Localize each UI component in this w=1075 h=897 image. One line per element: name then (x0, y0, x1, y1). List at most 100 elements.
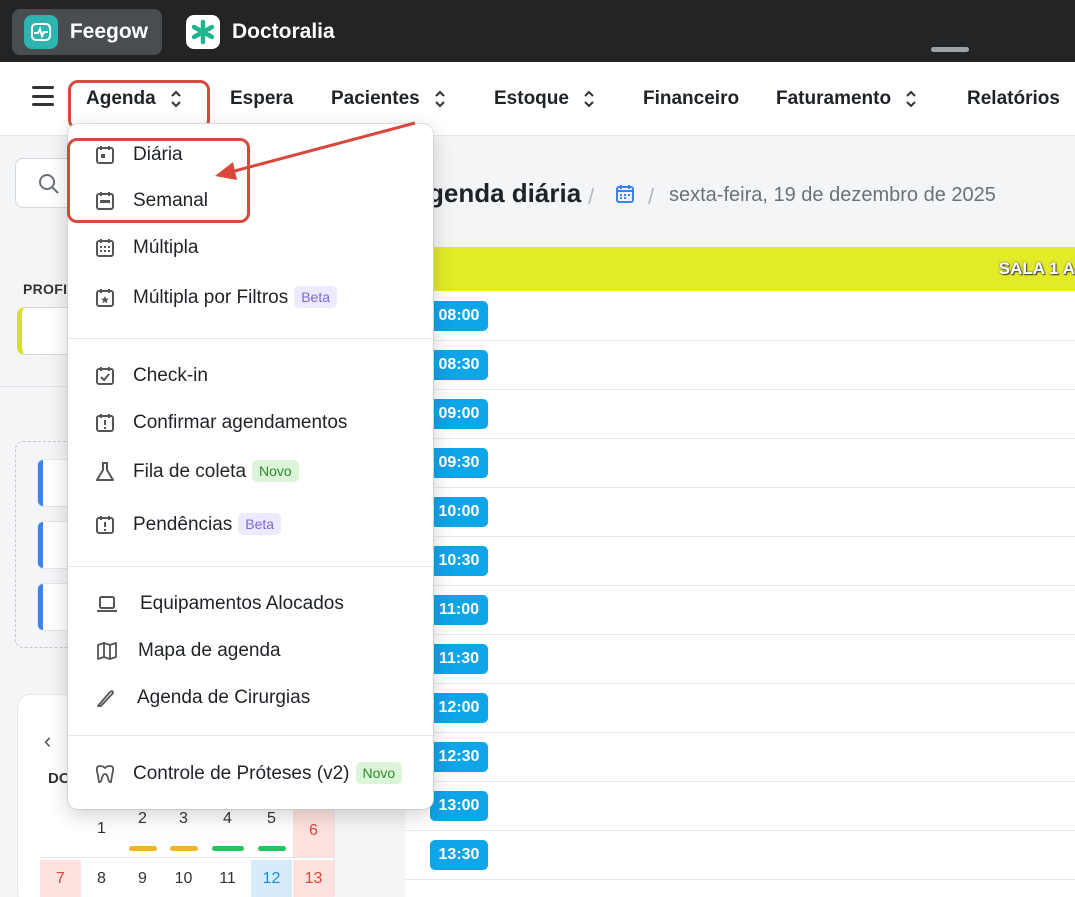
time-slot-badge[interactable]: 10:30 (430, 546, 488, 576)
calendar-day[interactable]: 1 (81, 810, 122, 848)
calendar-day[interactable]: 10 (163, 860, 204, 897)
nav-item-label: Relatórios (967, 88, 1060, 109)
search-input[interactable] (15, 158, 75, 208)
chevron-updown-icon (434, 89, 446, 109)
app-switcher-bar: Feegow Doctoralia (0, 0, 1075, 62)
menu-item-equipamentos[interactable]: Equipamentos Alocados (68, 584, 433, 624)
time-slot-badge[interactable]: 08:00 (430, 301, 488, 331)
slot-divider (405, 732, 1075, 733)
menu-item-label: Agenda de Cirurgias (137, 687, 311, 708)
slot-divider (405, 830, 1075, 831)
slot-divider (405, 879, 1075, 880)
time-slot-badge[interactable]: 09:00 (430, 399, 488, 429)
calendar-day-marker (212, 846, 244, 851)
time-slot-badge[interactable]: 13:00 (430, 791, 488, 821)
scalpel-icon (97, 690, 114, 707)
annotation-agenda-highlight (68, 80, 210, 130)
time-slot-badge[interactable]: 11:30 (430, 644, 488, 674)
feegow-logo-icon (24, 15, 58, 49)
calendar-icon[interactable] (615, 184, 635, 209)
slot-divider (405, 585, 1075, 586)
time-slot-badge[interactable]: 10:00 (430, 497, 488, 527)
menu-item-multipla[interactable]: Múltipla (68, 228, 433, 268)
time-slot-badge[interactable]: 12:30 (430, 742, 488, 772)
slot-divider (405, 438, 1075, 439)
slot-divider (405, 536, 1075, 537)
time-slot-badge[interactable]: 11:00 (430, 595, 488, 625)
calendar-day[interactable]: 8 (81, 860, 122, 897)
doctoralia-app-tab[interactable]: Doctoralia (174, 9, 354, 55)
calendar-day[interactable]: 11 (207, 860, 248, 897)
room-header: SALA 1 A (405, 247, 1075, 291)
calendar-day-marker (129, 846, 157, 851)
agenda-dropdown-menu: Diária Semanal Múltipla Múltipla por Fil… (68, 124, 433, 809)
map-icon (97, 642, 117, 660)
slot-divider (405, 781, 1075, 782)
slot-divider (405, 389, 1075, 390)
menu-item-mapa[interactable]: Mapa de agenda (68, 631, 433, 671)
menu-item-fila-coleta[interactable]: Fila de coleta Novo (68, 452, 433, 492)
professional-label: PROFI (23, 281, 68, 297)
beta-badge: Beta (294, 286, 338, 308)
beta-badge: Beta (238, 513, 282, 535)
doctoralia-logo-icon (186, 15, 220, 49)
calendar-grid-icon (96, 239, 114, 257)
novo-badge: Novo (355, 762, 403, 784)
time-slot-badge[interactable]: 13:30 (430, 840, 488, 870)
nav-item-label: Faturamento (776, 88, 892, 109)
calendar-star-icon (96, 289, 114, 307)
doctoralia-app-label: Doctoralia (232, 20, 335, 43)
breadcrumb-date: sexta-feira, 19 de dezembro de 2025 (669, 184, 996, 206)
nav-item-faturamento[interactable]: Faturamento (776, 62, 917, 136)
nav-item-label: Pacientes (331, 88, 420, 109)
menu-item-label-wrap: Fila de coleta Novo (133, 460, 299, 483)
calendar-check-icon (96, 367, 114, 385)
calendar-prev-icon[interactable]: ‹ (44, 728, 51, 754)
room-label: SALA 1 A (998, 259, 1075, 278)
calendar-day[interactable]: 13 (293, 860, 334, 897)
feegow-app-tab[interactable]: Feegow (12, 9, 162, 55)
window-handle[interactable] (931, 47, 969, 52)
menu-item-label: Controle de Próteses (v2) (133, 763, 350, 785)
slot-divider (405, 340, 1075, 341)
search-icon (39, 174, 59, 194)
menu-item-multipla-filtros[interactable]: Múltipla por Filtros Beta (68, 278, 433, 318)
nav-item-financeiro[interactable]: Financeiro (643, 62, 739, 136)
flask-icon (96, 462, 114, 481)
feegow-app-label: Feegow (69, 20, 148, 43)
menu-item-label: Fila de coleta (133, 461, 247, 483)
menu-item-label-wrap: Pendências Beta (133, 513, 282, 536)
calendar-alert-icon (96, 414, 114, 432)
chevron-updown-icon (583, 89, 595, 109)
menu-item-confirmar[interactable]: Confirmar agendamentos (68, 403, 433, 443)
calendar-day[interactable]: 6 (293, 805, 334, 857)
annotation-arrow-icon (215, 121, 416, 180)
calendar-day-today[interactable]: 12 (251, 860, 292, 897)
nav-item-estoque[interactable]: Estoque (494, 62, 595, 136)
breadcrumb-separator: / (648, 184, 655, 209)
nav-item-relatorios[interactable]: Relatórios (967, 62, 1060, 136)
menu-item-pendencias[interactable]: Pendências Beta (68, 505, 433, 545)
calendar-day[interactable]: 9 (122, 860, 163, 897)
menu-item-cirurgias[interactable]: Agenda de Cirurgias (68, 678, 433, 718)
slot-divider (405, 634, 1075, 635)
menu-item-proteses[interactable]: Controle de Próteses (v2) Novo (68, 754, 433, 794)
menu-item-label: Equipamentos Alocados (140, 593, 344, 614)
calendar-alert-icon (96, 516, 114, 534)
menu-item-label-wrap: Múltipla por Filtros Beta (133, 286, 338, 309)
menu-item-label: Check-in (133, 365, 208, 386)
menu-item-label: Mapa de agenda (138, 640, 281, 661)
schedule-grid: 08:00 08:30 09:00 09:30 10:00 10:30 11:0… (405, 291, 1075, 897)
menu-item-checkin[interactable]: Check-in (68, 356, 433, 396)
menu-item-label: Pendências (133, 514, 233, 536)
menu-divider (68, 735, 433, 736)
calendar-day[interactable]: 7 (40, 860, 81, 897)
time-slot-badge[interactable]: 09:30 (430, 448, 488, 478)
calendar-row-divider (40, 857, 334, 858)
hamburger-menu-icon[interactable] (32, 86, 54, 106)
time-slot-badge[interactable]: 12:00 (430, 693, 488, 723)
page-title: genda diária (428, 178, 582, 208)
time-slot-badge[interactable]: 08:30 (430, 350, 488, 380)
menu-item-label-wrap: Controle de Próteses (v2) Novo (133, 762, 403, 785)
nav-item-label: Financeiro (643, 88, 740, 109)
